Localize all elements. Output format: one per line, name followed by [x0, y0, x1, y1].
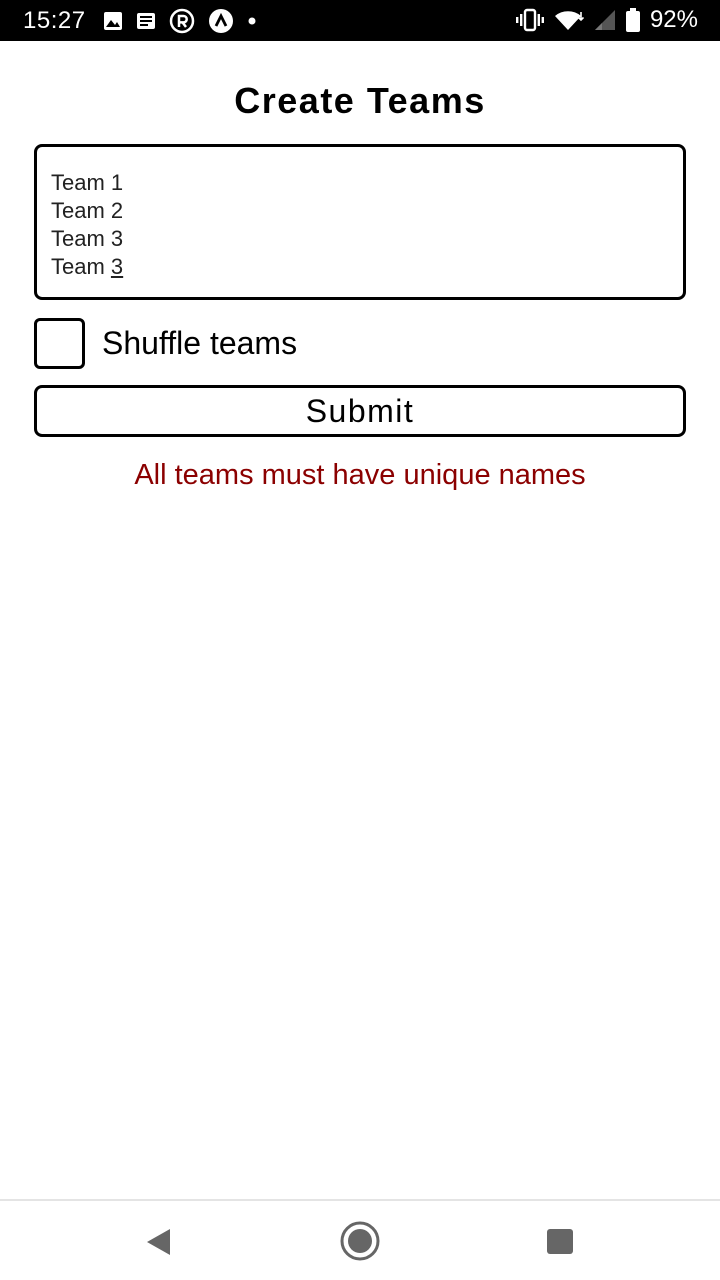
recents-icon[interactable] [547, 1229, 573, 1254]
vibrate-icon [515, 8, 544, 32]
news-icon [136, 11, 156, 31]
composing-text: 3 [110, 254, 124, 279]
team-line-prefix: Team [51, 254, 111, 279]
shuffle-row[interactable]: Shuffle teams [34, 318, 297, 369]
error-message: All teams must have unique names [134, 459, 586, 491]
r-circle-icon [169, 8, 195, 34]
dot-icon [247, 16, 257, 26]
signal-icon [594, 9, 616, 31]
team-line: Team 3 [51, 226, 124, 251]
submit-button[interactable]: Submit [34, 385, 686, 437]
caret-circle-icon [208, 8, 234, 34]
status-icons-left [103, 8, 257, 34]
battery-percent: 92% [649, 6, 698, 33]
shuffle-label[interactable]: Shuffle teams [102, 325, 297, 362]
back-icon[interactable] [146, 1228, 172, 1261]
nav-bar [0, 1199, 720, 1280]
teams-textarea[interactable]: Team 1 Team 2 Team 3 Team 3 [34, 144, 686, 300]
home-icon[interactable] [339, 1220, 381, 1267]
battery-icon [625, 8, 640, 32]
status-icons-right: 92% [515, 6, 698, 34]
team-line: Team 2 [51, 198, 124, 223]
team-line-current: Team 3 [51, 253, 669, 281]
wifi-icon [554, 8, 584, 32]
shuffle-checkbox[interactable] [34, 318, 85, 369]
team-line: Team 1 [51, 170, 124, 195]
page-title: Create Teams [234, 80, 486, 121]
status-bar: 15:27 92% [0, 0, 720, 41]
status-time: 15:27 [23, 7, 86, 34]
image-icon [103, 11, 123, 31]
